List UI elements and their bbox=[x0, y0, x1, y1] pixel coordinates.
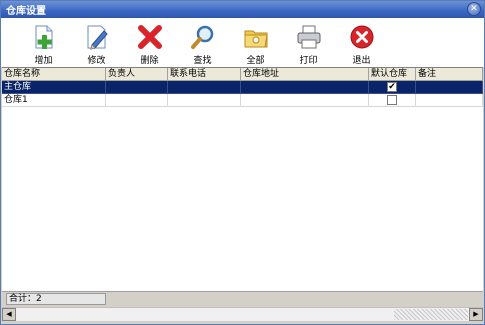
scroll-left-icon[interactable]: ◀ bbox=[2, 308, 16, 321]
window-title: 仓库设置 bbox=[6, 6, 46, 17]
cell-phone bbox=[168, 94, 241, 107]
table-header: 仓库名称 负责人 联系电话 仓库地址 默认仓库 备注 bbox=[2, 68, 483, 81]
edit-label: 修改 bbox=[87, 56, 106, 66]
delete-label: 删除 bbox=[140, 56, 159, 66]
search-icon bbox=[190, 25, 213, 49]
horizontal-scrollbar[interactable]: ◀ ▶ bbox=[2, 307, 483, 321]
cell-default: ✔ bbox=[369, 81, 416, 94]
cell-manager bbox=[106, 94, 168, 107]
print-label: 打印 bbox=[299, 56, 318, 66]
cell-default bbox=[369, 94, 416, 107]
exit-label: 退出 bbox=[352, 56, 371, 66]
column-header-address[interactable]: 仓库地址 bbox=[241, 68, 369, 81]
add-button[interactable]: 增加 bbox=[17, 18, 70, 67]
edit-icon bbox=[87, 25, 108, 50]
show-all-button[interactable]: 全部 bbox=[229, 18, 282, 67]
scrollbar-track[interactable] bbox=[394, 309, 468, 320]
warehouse-settings-window: 仓库设置 ✕ 增加 修改 删除 查找 全部 打印 退出 仓库名称 负责人 联系电… bbox=[0, 0, 485, 325]
close-window-icon[interactable]: ✕ bbox=[467, 2, 481, 16]
title-bar: 仓库设置 ✕ bbox=[1, 1, 484, 18]
default-checkbox[interactable]: ✔ bbox=[387, 82, 397, 92]
delete-icon bbox=[137, 25, 162, 49]
column-header-phone[interactable]: 联系电话 bbox=[168, 68, 241, 81]
warehouse-table: 仓库名称 负责人 联系电话 仓库地址 默认仓库 备注 主仓库 ✔ 仓库1 bbox=[2, 67, 483, 291]
printer-icon bbox=[297, 25, 320, 49]
delete-button[interactable]: 删除 bbox=[123, 18, 176, 67]
column-header-manager[interactable]: 负责人 bbox=[106, 68, 168, 81]
column-header-name[interactable]: 仓库名称 bbox=[2, 68, 106, 81]
default-checkbox[interactable] bbox=[387, 95, 397, 105]
edit-button[interactable]: 修改 bbox=[70, 18, 123, 67]
cell-name: 主仓库 bbox=[2, 81, 106, 94]
show-all-label: 全部 bbox=[246, 56, 265, 66]
column-header-note[interactable]: 备注 bbox=[416, 68, 483, 81]
search-button[interactable]: 查找 bbox=[176, 18, 229, 67]
search-label: 查找 bbox=[193, 56, 212, 66]
add-icon bbox=[35, 25, 52, 49]
toolbar: 增加 修改 删除 查找 全部 打印 退出 bbox=[1, 18, 484, 67]
cell-note bbox=[416, 81, 483, 94]
cell-phone bbox=[168, 81, 241, 94]
table-row[interactable]: 主仓库 ✔ bbox=[2, 81, 483, 94]
cell-name: 仓库1 bbox=[2, 94, 106, 107]
cell-address bbox=[241, 94, 369, 107]
folder-icon bbox=[244, 30, 268, 48]
add-label: 增加 bbox=[34, 56, 53, 66]
exit-icon bbox=[350, 25, 373, 49]
exit-button[interactable]: 退出 bbox=[335, 18, 388, 67]
column-header-default[interactable]: 默认仓库 bbox=[369, 68, 416, 81]
table-footer: 合计：2 bbox=[2, 291, 483, 306]
total-count: 合计：2 bbox=[6, 293, 106, 305]
cell-address bbox=[241, 81, 369, 94]
table-row[interactable]: 仓库1 bbox=[2, 94, 483, 107]
scroll-right-icon[interactable]: ▶ bbox=[469, 308, 483, 321]
print-button[interactable]: 打印 bbox=[282, 18, 335, 67]
cell-note bbox=[416, 94, 483, 107]
cell-manager bbox=[106, 81, 168, 94]
